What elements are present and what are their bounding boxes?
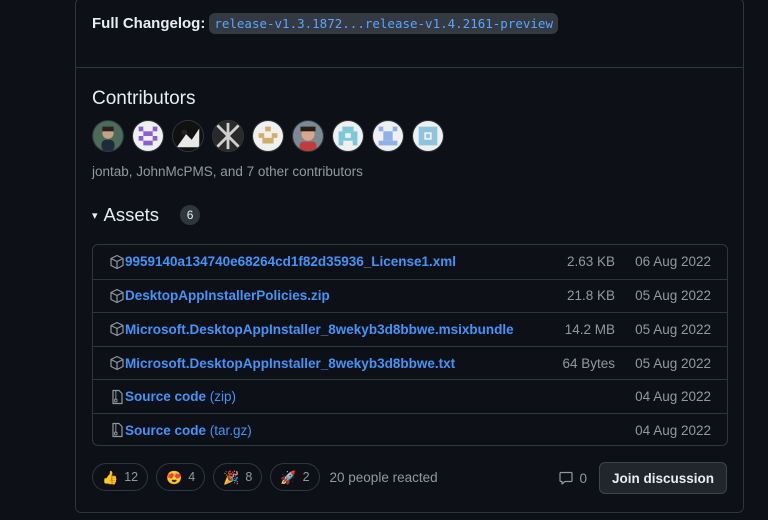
package-icon — [109, 355, 125, 371]
reaction-count: 2 — [302, 470, 310, 484]
comment-count-value: 0 — [579, 470, 587, 486]
discussion-area: 0 Join discussion — [558, 462, 727, 494]
reactions-summary[interactable]: 20 people reacted — [330, 470, 438, 485]
avatar[interactable] — [252, 120, 284, 152]
asset-date: 05 Aug 2022 — [635, 288, 711, 304]
asset-link[interactable]: Microsoft.DesktopAppInstaller_8wekyb3d8b… — [125, 322, 535, 337]
changelog-label: Full Changelog: — [92, 15, 206, 32]
asset-list: 9959140a134740e68264cd1f82d35936_License… — [92, 244, 728, 446]
asset-date: 06 Aug 2022 — [635, 254, 711, 270]
release-card: Full Changelog: release-v1.3.1872...rele… — [75, 0, 744, 513]
asset-row: Microsoft.DesktopAppInstaller_8wekyb3d8b… — [93, 312, 727, 346]
avatar-image — [93, 121, 123, 151]
avatar-image — [213, 121, 243, 151]
asset-row: 9959140a134740e68264cd1f82d35936_License… — [93, 245, 727, 279]
asset-row: Source code (tar.gz) 04 Aug 2022 — [93, 412, 727, 445]
asset-size: 14.2 MB — [564, 321, 615, 337]
thumbs-up-icon: 👍 — [102, 469, 119, 485]
reaction-tada-button[interactable]: 🎉 8 — [213, 463, 263, 491]
avatar[interactable] — [292, 120, 324, 152]
avatar[interactable] — [372, 120, 404, 152]
avatar-image — [133, 121, 163, 151]
reaction-heart-eyes-button[interactable]: 😍 4 — [156, 463, 206, 491]
avatar[interactable] — [132, 120, 164, 152]
avatar-image — [373, 121, 403, 151]
asset-row: Source code (zip) 04 Aug 2022 — [93, 379, 727, 413]
contributors-heading: Contributors — [92, 88, 196, 109]
package-icon — [109, 254, 125, 270]
join-discussion-button[interactable]: Join discussion — [598, 462, 727, 494]
avatar[interactable] — [92, 120, 124, 152]
comment-icon — [559, 471, 574, 485]
asset-size: 64 Bytes — [562, 355, 615, 371]
changelog-range-link[interactable]: release-v1.3.1872...release-v1.4.2161-pr… — [209, 13, 558, 34]
assets-heading: Assets — [103, 204, 160, 225]
section-divider — [76, 67, 743, 68]
asset-date: 05 Aug 2022 — [635, 355, 711, 371]
heart-eyes-icon: 😍 — [166, 469, 183, 485]
avatar[interactable] — [412, 120, 444, 152]
asset-date: 04 Aug 2022 — [635, 422, 711, 438]
asset-row: Microsoft.DesktopAppInstaller_8wekyb3d8b… — [93, 345, 727, 380]
asset-size: 21.8 KB — [566, 288, 615, 304]
reaction-count: 4 — [188, 470, 196, 484]
contributor-avatars — [92, 120, 444, 152]
reaction-rocket-button[interactable]: 🚀 2 — [270, 463, 320, 491]
asset-row: DesktopAppInstallerPolicies.zip 21.8 KB … — [93, 278, 727, 313]
assets-count-badge: 6 — [180, 205, 201, 225]
avatar[interactable] — [212, 120, 244, 152]
assets-toggle[interactable]: ▾ Assets 6 — [92, 204, 201, 226]
package-icon — [109, 321, 125, 337]
asset-size: 2.63 KB — [566, 254, 615, 270]
package-icon — [109, 288, 125, 304]
source-code-targz-link[interactable]: Source code (tar.gz) — [125, 423, 535, 438]
caret-down-icon: ▾ — [92, 209, 98, 222]
source-code-zip-link[interactable]: Source code (zip) — [125, 389, 535, 404]
reaction-thumbs-up-button[interactable]: 👍 12 — [92, 463, 149, 491]
rocket-icon: 🚀 — [280, 469, 297, 485]
full-changelog: Full Changelog: release-v1.3.1872...rele… — [92, 13, 558, 34]
asset-date: 04 Aug 2022 — [635, 389, 711, 405]
asset-date: 05 Aug 2022 — [635, 321, 711, 337]
avatar-image — [333, 121, 363, 151]
avatar-image — [253, 121, 283, 151]
avatar-image — [293, 121, 323, 151]
reaction-count: 12 — [124, 470, 139, 484]
avatar-image — [173, 121, 203, 151]
contributors-summary[interactable]: jontab, JohnMcPMS, and 7 other contribut… — [92, 164, 363, 179]
tada-icon: 🎉 — [223, 469, 240, 485]
asset-link[interactable]: 9959140a134740e68264cd1f82d35936_License… — [125, 254, 535, 269]
reaction-count: 8 — [245, 470, 253, 484]
avatar-image — [413, 121, 443, 151]
avatar[interactable] — [332, 120, 364, 152]
file-zip-icon — [109, 389, 125, 405]
reactions-bar: 👍 12 😍 4 🎉 8 🚀 2 20 people reacted — [92, 463, 438, 491]
asset-link[interactable]: Microsoft.DesktopAppInstaller_8wekyb3d8b… — [125, 356, 535, 371]
avatar[interactable] — [172, 120, 204, 152]
comment-count[interactable]: 0 — [558, 470, 587, 486]
asset-link[interactable]: DesktopAppInstallerPolicies.zip — [125, 288, 535, 303]
file-zip-icon — [109, 422, 125, 438]
